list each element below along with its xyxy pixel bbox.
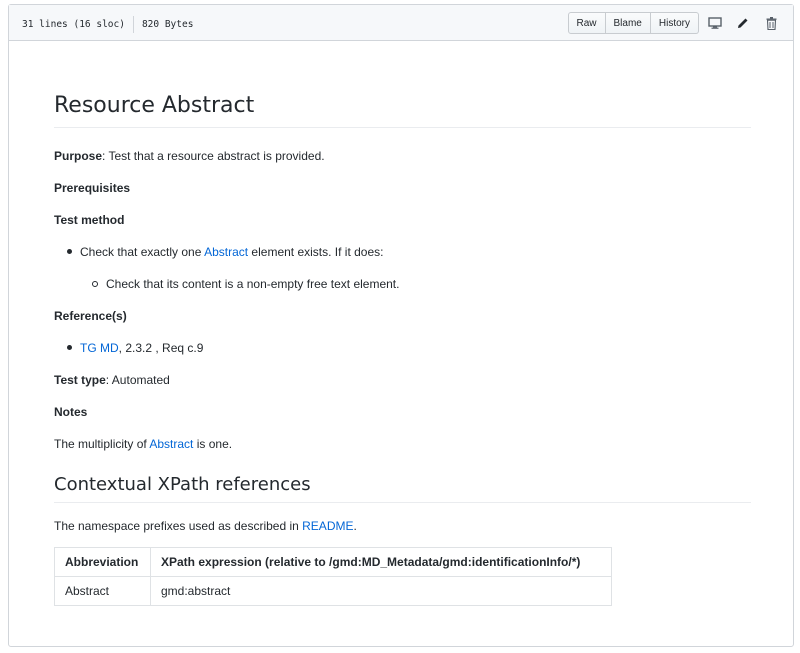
table-cell: gmd:abstract — [150, 576, 612, 606]
prerequisites-heading: Prerequisites — [54, 180, 130, 196]
notes-heading: Notes — [54, 404, 87, 420]
test-type-paragraph: Test type: Automated — [54, 372, 170, 388]
line-count: 31 lines (16 sloc) — [22, 19, 125, 30]
notes-paragraph: The multiplicity of Abstract is one. — [54, 436, 232, 452]
namespace-paragraph: The namespace prefixes used as described… — [54, 518, 357, 534]
pencil-icon[interactable] — [731, 12, 755, 34]
bullet-circle — [92, 280, 98, 287]
table-header-cell: Abbreviation — [54, 547, 151, 577]
notes-post: is one. — [193, 437, 233, 451]
desktop-icon[interactable] — [703, 12, 727, 34]
file-button-group: Raw Blame History — [567, 12, 699, 34]
list-item: TG MD, 2.3.2 , Req c.9 — [67, 340, 203, 356]
bullet-disc — [67, 345, 72, 351]
test-method-heading: Test method — [54, 212, 124, 228]
test-method-label: Test method — [54, 213, 125, 227]
test-type-text: : Automated — [105, 373, 170, 387]
file-view: 31 lines (16 sloc) 820 Bytes Raw Blame H… — [8, 4, 794, 647]
tg-md-link[interactable]: TG MD — [80, 341, 119, 355]
table-header-row: Abbreviation XPath expression (relative … — [54, 547, 612, 577]
abstract-link[interactable]: Abstract — [204, 245, 248, 259]
trash-icon[interactable] — [759, 12, 783, 34]
notes-pre: The multiplicity of — [54, 437, 150, 451]
file-info-divider — [132, 16, 134, 33]
list-item: Check that exactly one Abstract element … — [67, 244, 384, 260]
file-size: 820 Bytes — [141, 19, 194, 30]
table-header-cell: XPath expression (relative to /gmd:MD_Me… — [150, 547, 612, 577]
sub-bullet-text: Check that its content is a non-empty fr… — [106, 277, 400, 291]
notes-label: Notes — [54, 405, 88, 419]
xpath-table: Abbreviation XPath expression (relative … — [54, 547, 612, 606]
ns-pre: The namespace prefixes used as described… — [54, 519, 303, 533]
bullet1-post: element exists. If it does: — [248, 245, 384, 259]
purpose-paragraph: Purpose: Test that a resource abstract i… — [54, 148, 325, 164]
raw-button[interactable]: Raw — [567, 12, 606, 34]
file-info: 31 lines (16 sloc) 820 Bytes — [22, 16, 193, 33]
readme-link[interactable]: README — [302, 519, 353, 533]
purpose-label: Purpose — [54, 149, 103, 163]
abstract-link[interactable]: Abstract — [149, 437, 193, 451]
page-title: Resource Abstract — [54, 92, 751, 128]
ref-text: , 2.3.2 , Req c.9 — [118, 341, 204, 355]
references-label: Reference(s) — [54, 309, 127, 323]
file-header: 31 lines (16 sloc) 820 Bytes Raw Blame H… — [9, 5, 793, 41]
bullet-disc — [67, 249, 72, 255]
purpose-text: : Test that a resource abstract is provi… — [102, 149, 325, 163]
test-type-label: Test type — [54, 373, 106, 387]
table-cell: Abstract — [54, 576, 151, 606]
bullet1-pre: Check that exactly one — [80, 245, 205, 259]
history-button[interactable]: History — [650, 12, 699, 34]
references-heading: Reference(s) — [54, 308, 127, 324]
ns-post: . — [353, 519, 357, 533]
table-row: Abstract gmd:abstract — [54, 576, 612, 606]
blame-button[interactable]: Blame — [605, 12, 651, 34]
section-heading: Contextual XPath references — [54, 473, 751, 503]
prerequisites-label: Prerequisites — [54, 181, 131, 195]
file-actions: Raw Blame History — [567, 12, 784, 34]
sub-list-item: Check that its content is a non-empty fr… — [92, 276, 399, 292]
